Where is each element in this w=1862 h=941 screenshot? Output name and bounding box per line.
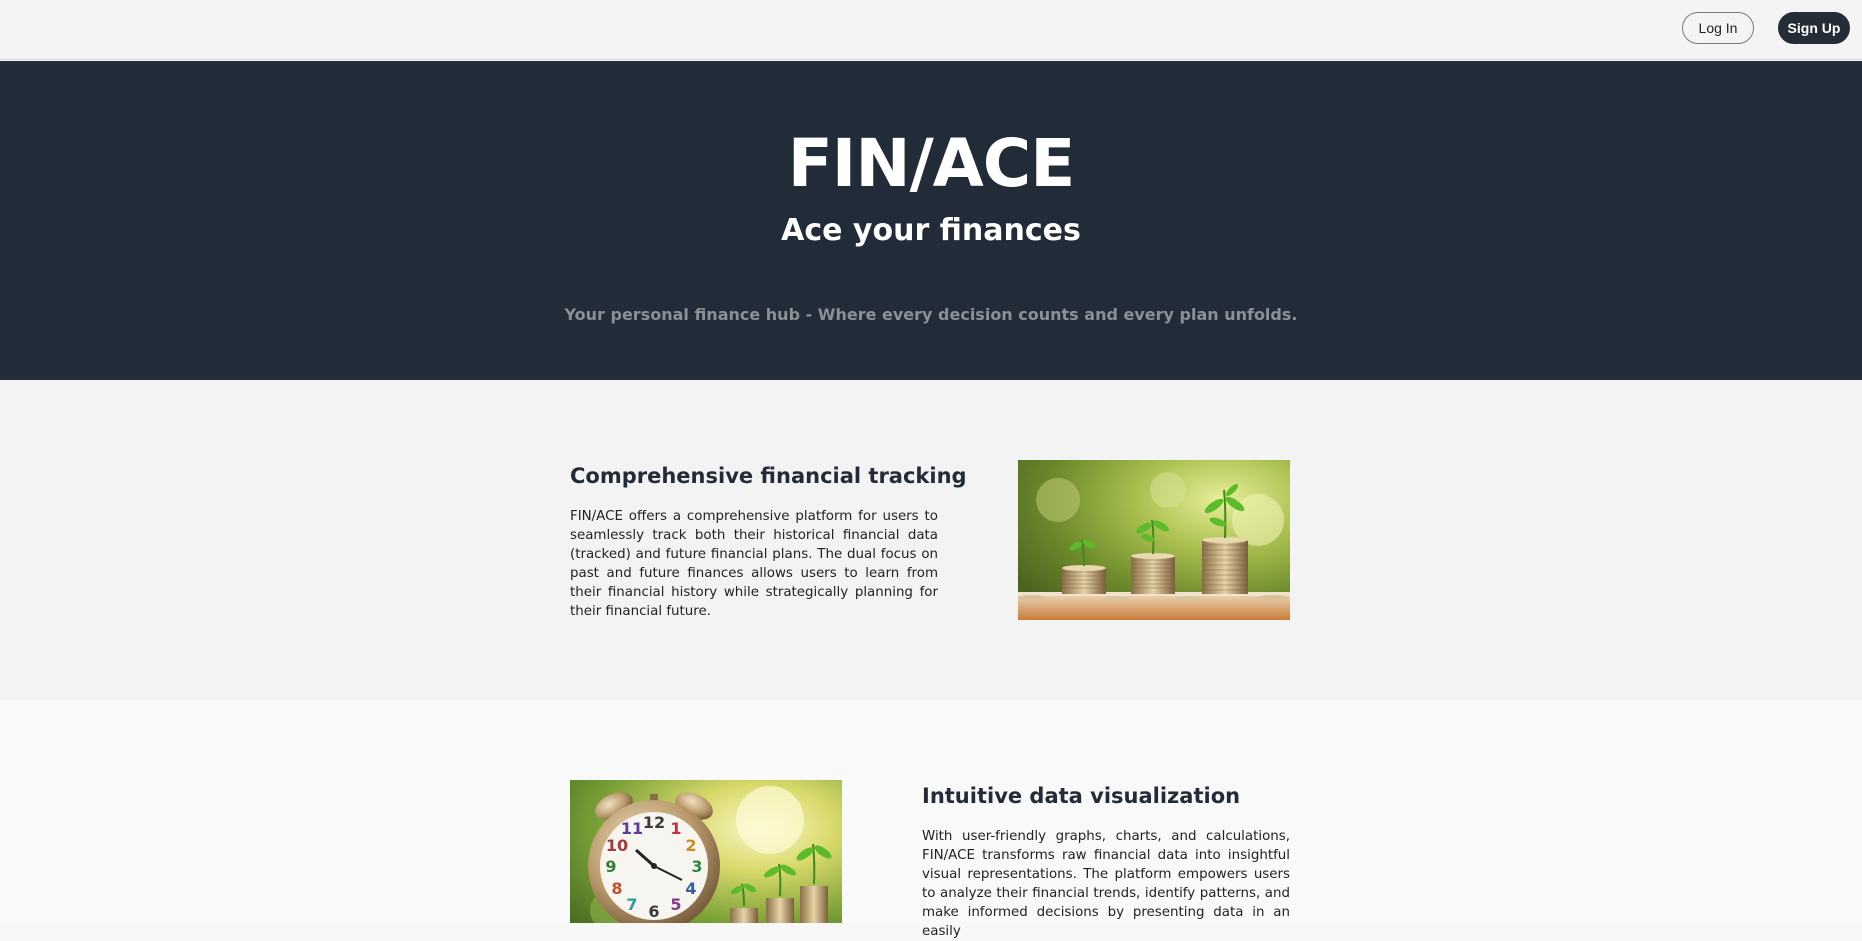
- svg-text:3: 3: [691, 857, 702, 876]
- login-button[interactable]: Log In: [1682, 12, 1754, 44]
- hero-tagline: Ace your finances: [781, 213, 1081, 248]
- coin-stacks-image: [1018, 460, 1290, 620]
- feature-title: Comprehensive financial tracking: [570, 464, 967, 488]
- svg-text:10: 10: [606, 836, 628, 855]
- feature-description: FIN/ACE offers a comprehensive platform …: [570, 509, 938, 619]
- svg-text:7: 7: [626, 895, 637, 914]
- feature-section-tracking: Comprehensive financial tracking FIN/ACE…: [0, 380, 1862, 700]
- svg-text:2: 2: [685, 836, 696, 855]
- svg-text:11: 11: [621, 819, 643, 838]
- hero-title: FIN/ACE: [787, 125, 1076, 202]
- top-navbar: Log In Sign Up: [0, 0, 1862, 60]
- svg-text:4: 4: [685, 879, 696, 898]
- feature-title: Intuitive data visualization: [922, 784, 1241, 808]
- svg-text:1: 1: [670, 819, 681, 838]
- svg-text:8: 8: [611, 879, 622, 898]
- feature-section-visualization: 12 1 2 3 4 5 6 7 8 9 10 11 Intuitive dat…: [0, 700, 1862, 939]
- coin-stacks-with-plants-icon: [1018, 460, 1290, 620]
- svg-text:5: 5: [670, 895, 681, 914]
- svg-text:6: 6: [648, 902, 659, 921]
- svg-text:9: 9: [605, 857, 616, 876]
- hero-banner: FIN/ACE Ace your finances Your personal …: [0, 61, 1862, 380]
- alarm-clock-with-coins-icon: 12 1 2 3 4 5 6 7 8 9 10 11: [570, 780, 842, 923]
- svg-text:12: 12: [643, 813, 665, 832]
- alarm-clock-image: 12 1 2 3 4 5 6 7 8 9 10 11: [570, 780, 842, 923]
- feature-description: With user-friendly graphs, charts, and c…: [922, 829, 1290, 939]
- hero-subtitle: Your personal finance hub - Where every …: [564, 305, 1298, 324]
- signup-button[interactable]: Sign Up: [1778, 12, 1850, 44]
